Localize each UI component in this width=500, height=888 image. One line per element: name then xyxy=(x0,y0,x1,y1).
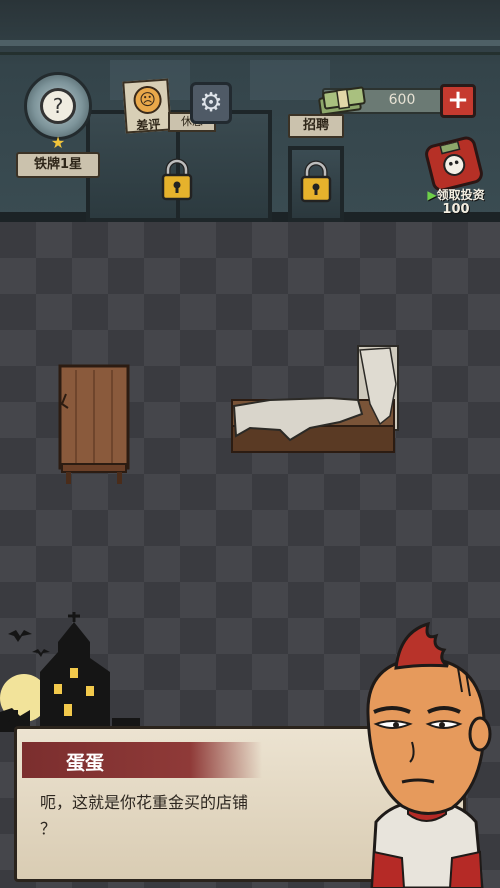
speaker-name: 蛋蛋 xyxy=(66,752,105,774)
star-icon: ★ xyxy=(50,133,66,152)
recruit-button[interactable]: 招聘 xyxy=(288,114,344,138)
cash-stack-icon xyxy=(316,84,368,116)
wall-rail xyxy=(0,40,500,46)
money-bag-icon xyxy=(422,134,486,194)
question-icon: ? xyxy=(40,88,76,124)
sad-face-icon: ☹ xyxy=(132,85,163,115)
rank-badge[interactable]: ? ★ 铁牌1星 xyxy=(12,70,102,180)
video-play-icon: ▶ xyxy=(427,188,437,202)
old-bed[interactable] xyxy=(230,344,402,456)
badge-medal: ? xyxy=(24,72,92,140)
dialog-line: 呃，这就是你花重金买的店铺 xyxy=(40,793,249,812)
rank-label: 铁牌1星 xyxy=(16,152,100,178)
padlock-icon[interactable] xyxy=(299,160,333,204)
dialog-line: ？ xyxy=(40,819,57,838)
money-amount: 600 xyxy=(388,92,416,108)
invest-count: 100 xyxy=(442,202,470,217)
padlock-icon[interactable] xyxy=(160,158,194,202)
wall-rail xyxy=(0,52,500,55)
settings-gear-icon[interactable]: ⚙ xyxy=(190,82,232,124)
review-button[interactable]: ☹ 差评 xyxy=(122,78,172,134)
review-label: 差评 xyxy=(135,117,161,133)
invest-label: 领取投资 xyxy=(436,188,485,202)
character-dandan xyxy=(352,621,500,888)
speaker-banner xyxy=(22,742,262,778)
haunted-house-decoration xyxy=(0,612,140,732)
collect-investment-button[interactable]: ▶领取投资 100 xyxy=(418,134,494,218)
dialog-text: 呃，这就是你花重金买的店铺 ？ xyxy=(40,790,350,842)
wooden-table[interactable] xyxy=(58,364,130,486)
add-money-button[interactable]: + xyxy=(440,84,476,118)
